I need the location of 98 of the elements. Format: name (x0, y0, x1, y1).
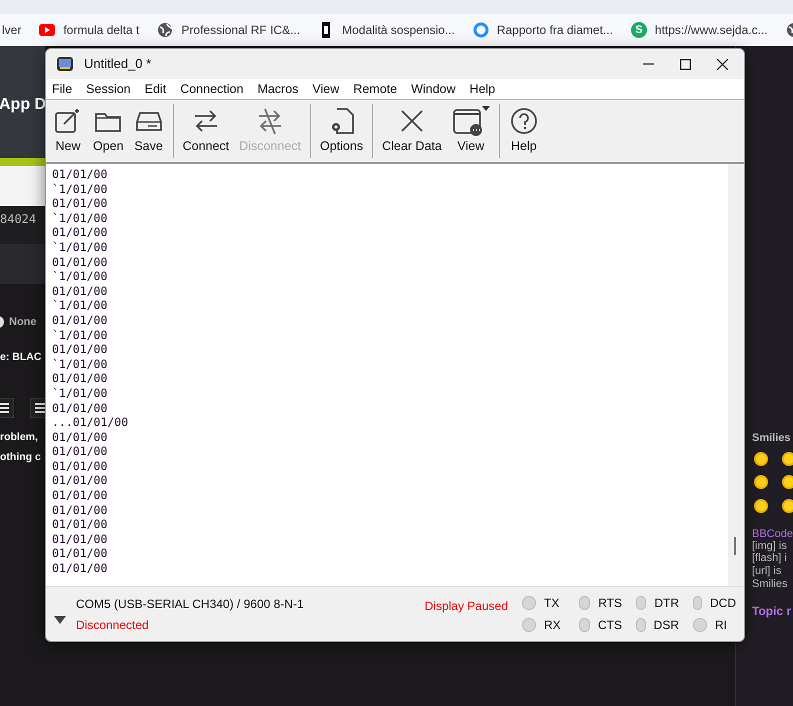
header-stripe (0, 158, 45, 166)
terminal-line: 01/01/00 (52, 167, 108, 182)
terminal-line: 01/01/00 (52, 342, 108, 357)
signal-label: DTR (654, 595, 679, 612)
menu-item[interactable]: Connection (180, 80, 244, 98)
maximize-icon (680, 58, 691, 70)
page-panel (0, 244, 45, 284)
terminal-line: 01/01/00 (52, 371, 108, 386)
page-text: Smilies (752, 578, 788, 590)
emoji-icon (782, 499, 793, 513)
terminal-line: 01/01/00 (52, 196, 108, 211)
page-text: 84024 (0, 211, 36, 228)
emoji-icon (782, 475, 793, 489)
app-icon (56, 55, 74, 73)
page-text: roblem, (0, 430, 38, 445)
terminal-line: ...01/01/00 (52, 415, 130, 430)
terminal-line: 01/01/00 (52, 254, 108, 270)
terminal-line: 01/01/00 (52, 312, 108, 328)
terminal-line: 01/01/00 (52, 458, 108, 474)
signal-label: TX (544, 595, 560, 612)
terminal-line: `1/01/00 (52, 356, 108, 372)
terminal-line: 01/01/00 (52, 546, 108, 562)
bookmark-link[interactable]: https://www.sejda.c... (654, 21, 768, 39)
page-text: [img] is (752, 540, 787, 552)
terminal-line: 01/01/00 (52, 532, 108, 546)
emoji-icon (754, 499, 768, 513)
help-icon (508, 106, 539, 136)
scroll-thumb[interactable] (734, 537, 736, 555)
bookmark-link[interactable]: formula delta t (63, 21, 140, 39)
toolbar-button[interactable]: Save (128, 100, 169, 162)
menu-item[interactable]: Help (470, 80, 496, 98)
emoji-icon (782, 452, 793, 466)
scrollbar[interactable] (728, 164, 744, 586)
page-text: e: BLAC (0, 350, 42, 365)
toolbar-button[interactable]: New (48, 100, 88, 162)
connection-status: Disconnected (76, 616, 150, 634)
terminal-line: 01/01/00 (52, 473, 108, 488)
menu-item[interactable]: Edit (144, 80, 166, 98)
menu-item[interactable]: View (312, 80, 340, 98)
terminal-line: 01/01/00 (52, 444, 108, 459)
signal-label: CTS (598, 617, 622, 634)
terminal-line: 01/01/00 (52, 502, 108, 518)
terminal-line: `1/01/00 (52, 298, 108, 313)
emoji-icon (754, 452, 768, 466)
terminal-line: 01/01/00 (52, 284, 108, 298)
info-bar (0, 206, 45, 244)
page-text: othing c (0, 450, 41, 465)
emoji-icon (754, 475, 768, 489)
toolbar-button[interactable]: Clear Data (377, 100, 447, 162)
menu-item[interactable]: Session (86, 80, 131, 98)
terminal-line: 01/01/00 (52, 430, 108, 444)
terminal-line: 01/01/00 (52, 488, 108, 503)
terminal-line: `1/01/00 (52, 269, 108, 284)
bookmark-link[interactable]: lver (2, 21, 22, 39)
terminal-line: `1/01/00 (52, 240, 108, 255)
signal-label: DCD (710, 595, 736, 612)
page-text: [url] is (752, 565, 782, 577)
menu-item[interactable]: Remote (353, 80, 398, 98)
page-text: [flash] i (752, 552, 787, 564)
bookmark-link[interactable]: Rapporto fra diamet... (496, 21, 613, 39)
list-icon (0, 398, 14, 418)
bookmark-link[interactable]: Modalità sospensio... (342, 21, 455, 39)
port-label: COM5 (USB-SERIAL CH340) / 9600 8-N-1 (76, 596, 304, 612)
toolbar-button[interactable]: View (446, 100, 495, 162)
display-status: Display Paused (424, 598, 508, 615)
terminal-line: `1/01/00 (52, 182, 108, 196)
terminal-line: 01/01/00 (52, 561, 108, 576)
page-link[interactable]: BBCode (752, 526, 793, 542)
terminal-line: 01/01/00 (52, 517, 108, 532)
menu-item[interactable]: Window (411, 80, 456, 98)
video-icon (39, 22, 56, 38)
close-icon (717, 58, 728, 70)
signal-label: DSR (654, 617, 679, 634)
window-title: Untitled_0 * (84, 55, 152, 74)
letter-icon: S (630, 22, 647, 38)
minimize-icon (643, 63, 654, 65)
window-icon (452, 106, 482, 136)
toolbar-button[interactable]: Connect (178, 100, 234, 162)
bookmark-link[interactable]: Professional RF IC&... (181, 21, 300, 39)
toolbar-button[interactable]: Help (504, 100, 544, 162)
page-text: None (9, 315, 36, 330)
toolbar-button[interactable]: Open (88, 100, 129, 162)
signal-label: RX (544, 617, 561, 634)
menu-item[interactable]: Macros (257, 80, 298, 98)
signal-label: RTS (598, 595, 622, 612)
terminal-line: `1/01/00 (52, 328, 108, 342)
section-heading: Smilies (752, 431, 791, 446)
terminal-line: 01/01/00 (52, 225, 108, 240)
globe-icon (157, 22, 174, 38)
signal-label: RI (715, 617, 727, 634)
collapse-icon (54, 616, 66, 624)
page-link[interactable]: Topic r (752, 602, 792, 620)
terminal-line: `1/01/00 (52, 386, 108, 400)
terminal-line: 01/01/00 (52, 400, 108, 416)
ring-icon (472, 22, 489, 38)
terminal-line: `1/01/00 (52, 210, 108, 226)
menu-item[interactable]: File (52, 80, 72, 98)
toolbar-button[interactable]: Options (315, 100, 368, 162)
